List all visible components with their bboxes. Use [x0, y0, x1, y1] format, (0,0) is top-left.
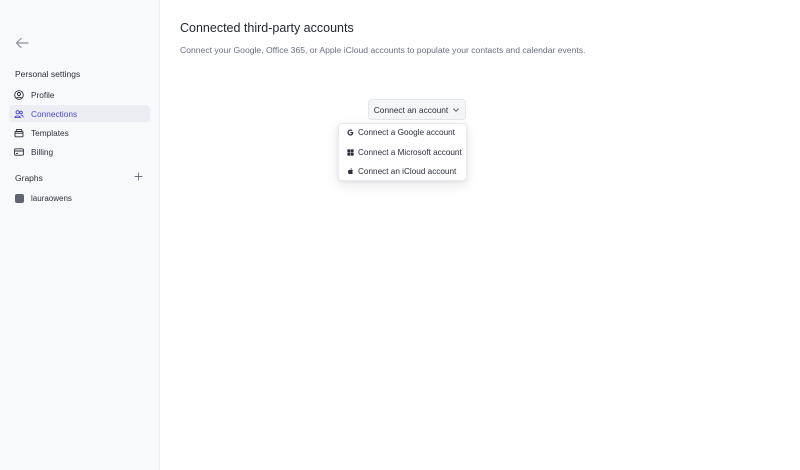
menu-item-label: Connect an iCloud account	[358, 167, 457, 176]
menu-item-label: Connect a Microsoft account	[358, 147, 462, 157]
menu-item-label: Connect a Google account	[358, 128, 455, 137]
google-icon	[347, 129, 354, 136]
sidebar-item-connections[interactable]: Connections	[9, 105, 150, 122]
menu-item-connect-google[interactable]: Connect a Google account	[339, 123, 468, 142]
connect-account-dropdown: Connect a Google account Connect a Micro…	[338, 123, 467, 181]
user-circle-icon	[14, 89, 24, 100]
menu-item-connect-icloud[interactable]: Connect an iCloud account	[339, 162, 468, 181]
sidebar-item-graph-lauraowens[interactable]: lauraowens	[9, 190, 150, 207]
archive-icon	[14, 128, 24, 138]
sidebar: Personal settings Profile Connections Te…	[0, 0, 160, 470]
users-icon	[14, 109, 24, 119]
sidebar-item-label: lauraowens	[31, 194, 72, 203]
section-title-personal-settings: Personal settings	[15, 69, 81, 79]
microsoft-icon	[347, 148, 354, 156]
credit-card-icon	[14, 147, 24, 157]
sidebar-item-label: Templates	[31, 127, 69, 138]
sidebar-item-label: Billing	[31, 146, 54, 157]
sidebar-item-label: Connections	[31, 108, 78, 119]
menu-item-connect-microsoft[interactable]: Connect a Microsoft account	[339, 143, 468, 162]
back-arrow-icon[interactable]	[14, 36, 30, 50]
page-title: Connected third-party accounts	[180, 21, 354, 35]
page-description: Connect your Google, Office 365, or Appl…	[180, 45, 586, 55]
apple-icon	[347, 168, 354, 175]
sidebar-item-profile[interactable]: Profile	[9, 86, 150, 103]
sidebar-item-templates[interactable]: Templates	[9, 124, 150, 141]
sidebar-item-label: Profile	[31, 89, 55, 100]
add-graph-plus-icon[interactable]	[133, 171, 144, 182]
sidebar-item-billing[interactable]: Billing	[9, 143, 150, 160]
connect-account-button[interactable]: Connect an account	[368, 99, 466, 120]
connect-account-button-label: Connect an account	[373, 104, 449, 115]
chevron-down-icon	[452, 107, 460, 113]
graph-avatar-icon	[14, 194, 24, 204]
section-title-graphs: Graphs	[15, 173, 43, 183]
